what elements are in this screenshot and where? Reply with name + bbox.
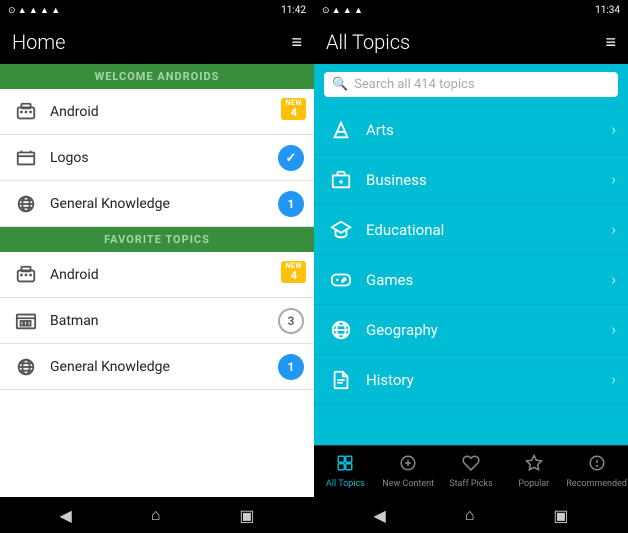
bottom-nav-new-content[interactable]: New Content bbox=[377, 454, 440, 489]
new-content-label: New Content bbox=[382, 479, 434, 489]
topic-row-history[interactable]: History › bbox=[314, 355, 628, 405]
history-chevron: › bbox=[611, 370, 616, 389]
all-topics-icon bbox=[336, 454, 354, 477]
left-time: 11:42 bbox=[281, 5, 306, 16]
bottom-nav-popular[interactable]: Popular bbox=[502, 454, 565, 489]
history-label: History bbox=[366, 371, 611, 389]
right-app-header: All Topics ≡ bbox=[314, 20, 628, 64]
games-icon bbox=[326, 265, 356, 295]
welcome-general-label: General Knowledge bbox=[50, 196, 302, 212]
topic-row-arts[interactable]: Arts › bbox=[314, 105, 628, 155]
left-status-bar: ⊙ ▲ ▲ ▲ ▲ 11:42 bbox=[0, 0, 314, 20]
geography-chevron: › bbox=[611, 320, 616, 339]
welcome-android-label: Android bbox=[50, 104, 302, 120]
right-back-button[interactable]: ◀ bbox=[373, 506, 385, 525]
recommended-label: Recommended bbox=[566, 479, 627, 489]
topics-list: Arts › Business › bbox=[314, 105, 628, 445]
topic-row-educational[interactable]: Educational › bbox=[314, 205, 628, 255]
topic-row-business[interactable]: Business › bbox=[314, 155, 628, 205]
welcome-topic-list: Android NEW 4 Logos ✓ bbox=[0, 89, 314, 497]
new-content-icon bbox=[399, 454, 417, 477]
welcome-section-header: WELCOME ANDROIDS bbox=[0, 64, 314, 89]
search-icon: 🔍 bbox=[332, 77, 348, 92]
arts-label: Arts bbox=[366, 121, 611, 139]
bottom-nav-staff-picks[interactable]: Staff Picks bbox=[440, 454, 503, 489]
bottom-nav-recommended[interactable]: Recommended bbox=[565, 454, 628, 489]
right-status-bar: ⊙ ▲ ▲ ▲ 11:34 bbox=[314, 0, 628, 20]
history-icon bbox=[326, 365, 356, 395]
android-badge-new: NEW 4 bbox=[281, 98, 306, 120]
general-knowledge-icon-1 bbox=[12, 190, 40, 218]
topic-row-geography[interactable]: Geography › bbox=[314, 305, 628, 355]
staff-picks-icon bbox=[462, 454, 480, 477]
educational-chevron: › bbox=[611, 220, 616, 239]
android-icon bbox=[12, 98, 40, 126]
staff-picks-label: Staff Picks bbox=[449, 479, 492, 489]
search-input-wrapper[interactable]: 🔍 Search all 414 topics bbox=[324, 72, 618, 97]
right-time: 11:34 bbox=[595, 5, 620, 16]
logos-badge: ✓ bbox=[278, 145, 304, 171]
business-label: Business bbox=[366, 171, 611, 189]
welcome-item-general[interactable]: General Knowledge 1 bbox=[0, 181, 314, 227]
fav-android-label: Android bbox=[50, 267, 302, 283]
all-topics-label: All Topics bbox=[326, 479, 365, 489]
educational-label: Educational bbox=[366, 221, 611, 239]
fav-item-general[interactable]: General Knowledge 1 bbox=[0, 344, 314, 390]
fav-android-icon bbox=[12, 261, 40, 289]
recommended-icon bbox=[588, 454, 606, 477]
popular-icon bbox=[525, 454, 543, 477]
welcome-item-android[interactable]: Android NEW 4 bbox=[0, 89, 314, 135]
fav-item-batman[interactable]: Batman 3 bbox=[0, 298, 314, 344]
topic-row-games[interactable]: Games › bbox=[314, 255, 628, 305]
business-chevron: › bbox=[611, 170, 616, 189]
right-menu-icon[interactable]: ≡ bbox=[605, 32, 616, 53]
bottom-navigation: All Topics New Content Staff Picks bbox=[314, 445, 628, 497]
right-nav-bar: ◀ ⌂ ▣ bbox=[314, 497, 628, 533]
left-recent-button[interactable]: ▣ bbox=[239, 506, 254, 525]
left-header-title: Home bbox=[12, 30, 65, 54]
fav-general-label: General Knowledge bbox=[50, 359, 302, 375]
favorites-section-header: FAVORITE TOPICS bbox=[0, 227, 314, 252]
left-home-button[interactable]: ⌂ bbox=[151, 505, 161, 525]
search-placeholder-text: Search all 414 topics bbox=[354, 77, 474, 92]
fav-android-badge: NEW 4 bbox=[281, 261, 306, 283]
geography-label: Geography bbox=[366, 321, 611, 339]
fav-general-badge: 1 bbox=[278, 354, 304, 380]
left-app-header: Home ≡ bbox=[0, 20, 314, 64]
left-status-icons: ⊙ ▲ ▲ ▲ ▲ bbox=[8, 5, 60, 16]
search-bar-container: 🔍 Search all 414 topics bbox=[314, 64, 628, 105]
batman-badge: 3 bbox=[278, 308, 304, 334]
right-panel: ⊙ ▲ ▲ ▲ 11:34 All Topics ≡ 🔍 Search all … bbox=[314, 0, 628, 533]
fav-item-android[interactable]: Android NEW 4 bbox=[0, 252, 314, 298]
fav-batman-label: Batman bbox=[50, 313, 302, 329]
right-recent-button[interactable]: ▣ bbox=[553, 506, 568, 525]
left-panel: ⊙ ▲ ▲ ▲ ▲ 11:42 Home ≡ WELCOME ANDROIDS … bbox=[0, 0, 314, 533]
general-badge-1: 1 bbox=[278, 191, 304, 217]
games-chevron: › bbox=[611, 270, 616, 289]
left-menu-icon[interactable]: ≡ bbox=[291, 32, 302, 53]
logos-icon bbox=[12, 144, 40, 172]
welcome-item-logos[interactable]: Logos ✓ bbox=[0, 135, 314, 181]
welcome-logos-label: Logos bbox=[50, 150, 302, 166]
batman-icon bbox=[12, 307, 40, 335]
arts-icon bbox=[326, 115, 356, 145]
right-status-icons: ⊙ ▲ ▲ ▲ bbox=[322, 5, 363, 16]
left-nav-bar: ◀ ⌂ ▣ bbox=[0, 497, 314, 533]
popular-label: Popular bbox=[518, 479, 549, 489]
geography-icon bbox=[326, 315, 356, 345]
right-home-button[interactable]: ⌂ bbox=[465, 505, 475, 525]
educational-icon bbox=[326, 215, 356, 245]
right-header-title: All Topics bbox=[326, 30, 410, 54]
bottom-nav-all-topics[interactable]: All Topics bbox=[314, 454, 377, 489]
general-knowledge-icon-2 bbox=[12, 353, 40, 381]
games-label: Games bbox=[366, 271, 611, 289]
arts-chevron: › bbox=[611, 120, 616, 139]
left-back-button[interactable]: ◀ bbox=[59, 506, 71, 525]
business-icon bbox=[326, 165, 356, 195]
